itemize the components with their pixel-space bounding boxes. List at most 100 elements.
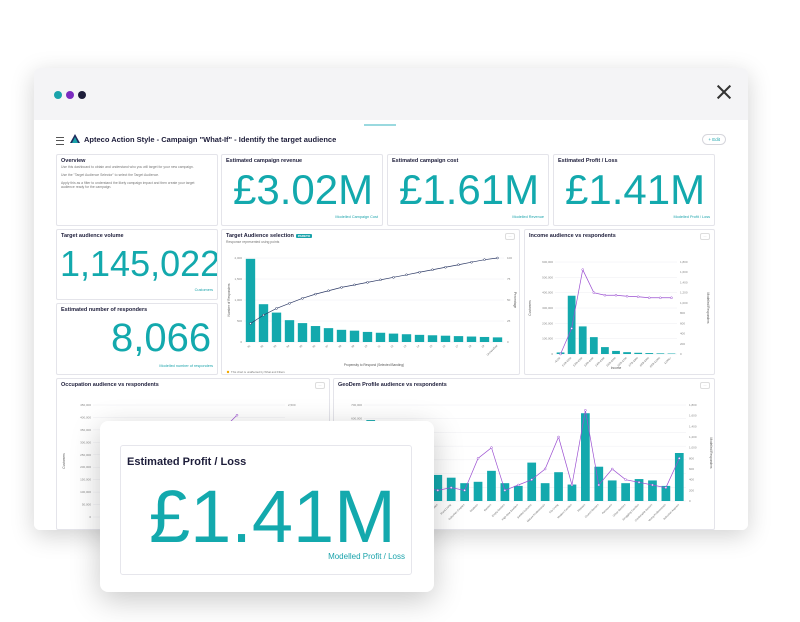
data-point — [570, 327, 573, 330]
y-tick-label: 100,000 — [80, 490, 91, 494]
y-tick-label: 2,000 — [234, 256, 242, 260]
data-point — [530, 478, 533, 481]
bar — [492, 337, 503, 342]
y2-tick-label: 1,200 — [689, 435, 697, 439]
x-tick-label: 10 — [363, 343, 368, 348]
y2-tick-label: 200 — [680, 342, 685, 346]
x-tick-label: 04 — [285, 343, 290, 348]
profit-title: Estimated Profit / Loss — [558, 158, 618, 164]
bar — [621, 483, 630, 501]
y-tick-label: 1,000 — [234, 298, 242, 302]
x-tick-label: 05 — [298, 343, 303, 348]
page-title: Apteco Action Style - Campaign "What-If"… — [84, 135, 337, 144]
y-tick-label: 100,000 — [542, 337, 553, 341]
profit-zoom-popup: Estimated Profit / Loss £1.41M Modelled … — [100, 421, 434, 592]
data-point — [366, 281, 369, 284]
data-point — [624, 478, 627, 481]
overview-line: audience ready for the campaign. — [61, 185, 112, 189]
bar — [446, 477, 456, 501]
data-point — [262, 313, 265, 317]
y2-tick-label: 100 — [507, 256, 512, 260]
volume-caption: Customers — [194, 288, 213, 292]
y2-tick-label: 200 — [689, 488, 694, 492]
x-axis-label: Income — [611, 366, 622, 370]
data-point — [603, 293, 607, 297]
y2-tick-label: 1,800 — [680, 260, 688, 264]
popup-title: Estimated Profit / Loss — [127, 456, 247, 468]
x-tick-label: £90k-£100k — [649, 355, 662, 368]
y2-tick-label: 600 — [680, 321, 685, 325]
y2-tick-label: 0 — [507, 340, 509, 344]
x-tick-label: <£10k — [553, 355, 561, 363]
y2-axis-label: Modelled Responders — [709, 437, 713, 468]
bar — [578, 326, 587, 354]
data-point — [496, 256, 499, 260]
x-tick-label: City Living — [548, 502, 560, 514]
occupation-chart-menu-button[interactable]: ··· — [315, 382, 325, 389]
bar — [284, 320, 295, 342]
income-chart-menu-button[interactable]: ··· — [700, 233, 710, 240]
bar — [388, 333, 399, 342]
y-axis-label: Customers — [528, 300, 532, 316]
bar — [258, 304, 269, 342]
target-chart-title: Target Audience selection PARETO — [226, 233, 313, 239]
target-chart-menu-button[interactable]: ··· — [505, 233, 515, 240]
y-tick-label: 1,500 — [234, 277, 242, 281]
x-tick-label: £10k-£20k — [561, 355, 573, 367]
close-icon[interactable] — [716, 84, 732, 100]
bar — [310, 326, 321, 342]
hamburger-menu-icon[interactable] — [56, 137, 64, 145]
data-point — [637, 481, 641, 484]
cost-title: Estimated campaign cost — [392, 158, 459, 164]
data-point — [431, 268, 434, 272]
bar — [648, 480, 657, 501]
y2-tick-label: 25 — [507, 319, 511, 323]
data-point — [470, 260, 473, 264]
data-point — [490, 446, 493, 449]
bar — [567, 484, 577, 501]
data-point — [648, 296, 651, 300]
bar — [433, 474, 443, 501]
window-dot-navy[interactable] — [78, 91, 86, 99]
bar — [336, 329, 347, 342]
x-tick-label: £100k+ — [663, 356, 672, 365]
y-tick-label: 200,000 — [80, 465, 91, 469]
cost-card: Estimated campaign cost £1.61M Modelled … — [387, 154, 549, 226]
x-tick-label: 19 — [480, 343, 485, 348]
y2-tick-label: 400 — [689, 478, 694, 482]
window-dot-teal[interactable] — [54, 91, 62, 99]
data-point — [301, 297, 304, 300]
data-point — [570, 483, 574, 487]
y2-tick-label: 1,000 — [689, 446, 697, 450]
bar — [623, 352, 631, 354]
x-tick-label: Council Renters — [584, 502, 600, 518]
bar — [323, 328, 334, 342]
volume-value: 1,145,022 — [60, 243, 218, 284]
y2-tick-label: 1,400 — [680, 280, 688, 284]
geodem-chart-menu-button[interactable]: ··· — [700, 382, 710, 389]
data-point — [314, 292, 317, 296]
edit-button[interactable]: + Edit — [702, 134, 726, 145]
window-dot-purple[interactable] — [66, 91, 74, 99]
income-card: Income audience vs respondents ··· 0 100,… — [524, 229, 715, 375]
profit-zoom-card: Estimated Profit / Loss £1.41M Modelled … — [120, 445, 412, 575]
y-tick-label: 450,000 — [80, 403, 91, 407]
window-titlebar — [34, 68, 748, 120]
bar — [674, 453, 684, 501]
volume-card: Target audience volume 1,145,022 Custome… — [56, 229, 218, 300]
revenue-caption: Modelled Campaign Cost — [335, 215, 378, 219]
bar — [427, 335, 438, 342]
y2-tick-label: 1,800 — [689, 403, 697, 407]
revenue-card: Estimated campaign revenue £3.02M Modell… — [221, 154, 383, 226]
series-line — [250, 257, 498, 324]
data-point — [651, 483, 654, 487]
bar — [656, 353, 665, 354]
x-tick-label: £30k-£40k — [583, 355, 595, 367]
data-point — [503, 489, 507, 492]
target-audience-chart: 0 500 1,000 1,500 2,000 0 25 50 75 100 01 02 03 04 05 0… — [226, 256, 517, 374]
y2-tick-label: 600 — [689, 467, 694, 471]
popup-caption: Modelled Profit / Loss — [328, 552, 405, 561]
x-tick-label: 16 — [441, 343, 446, 348]
x-tick-label: Modern Families — [556, 502, 573, 519]
overview-line: Use the "Target Audience Selector" to se… — [61, 173, 160, 177]
